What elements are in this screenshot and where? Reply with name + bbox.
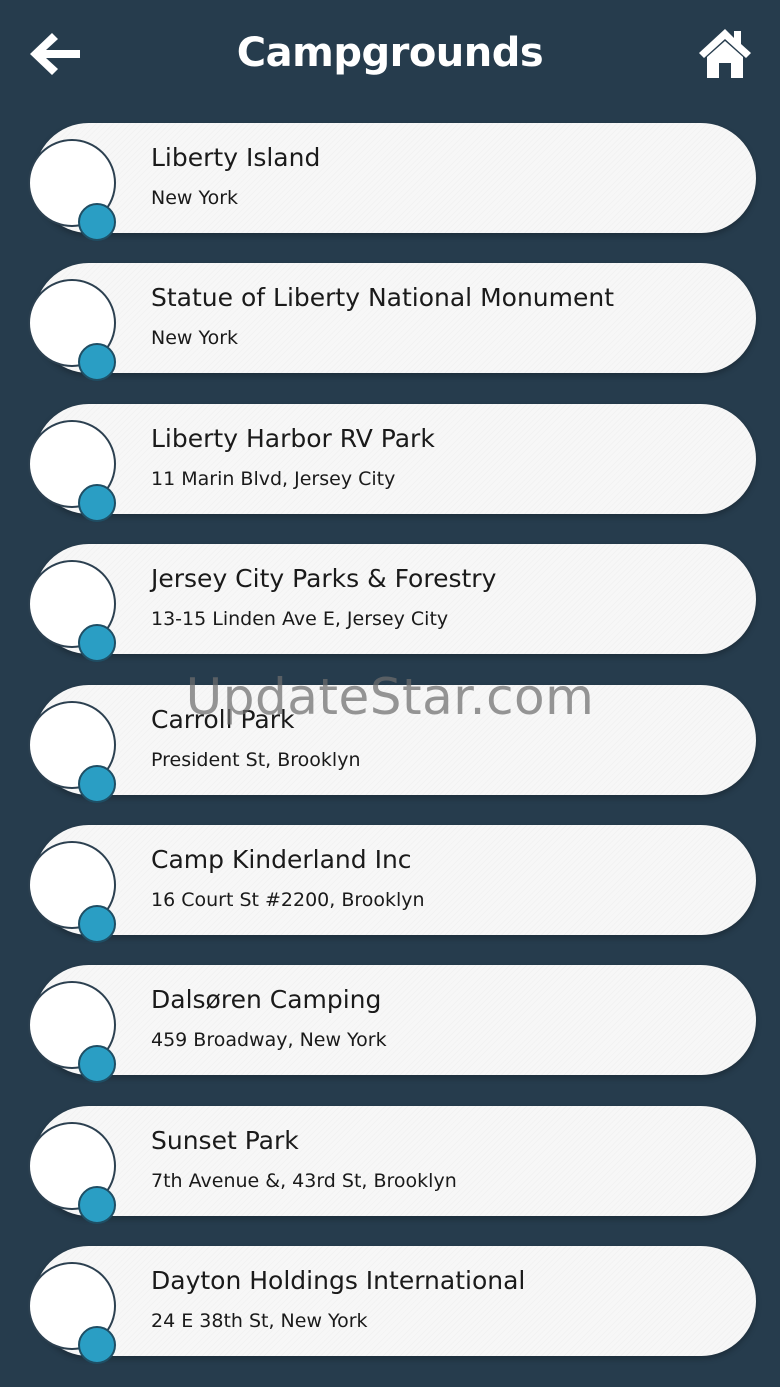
list-item[interactable]: Camp Kinderland Inc 16 Court St #2200, Br…	[0, 825, 780, 943]
campground-address: 11 Marin Blvd, Jersey City	[151, 468, 396, 490]
location-dot-icon	[78, 1045, 116, 1083]
campground-address: New York	[151, 187, 239, 209]
campground-address: 459 Broadway, New York	[151, 1029, 387, 1051]
list-item[interactable]: Dayton Holdings International 24 E 38th S…	[0, 1246, 780, 1364]
campground-address: New York	[151, 327, 239, 349]
location-dot-icon	[78, 1326, 116, 1364]
list-item-card	[34, 685, 756, 795]
list-item[interactable]: Liberty Harbor RV Park 11 Marin Blvd, Jer…	[0, 404, 780, 522]
campground-address: 16 Court St #2200, Brooklyn	[151, 889, 425, 911]
location-dot-icon	[78, 484, 116, 522]
campground-name: Sunset Park	[151, 1126, 299, 1155]
location-dot-icon	[78, 203, 116, 241]
campground-name: Camp Kinderland Inc	[151, 845, 412, 874]
list-item-card	[34, 263, 756, 373]
list-item-card	[34, 404, 756, 514]
list-item-card	[34, 965, 756, 1075]
list-item[interactable]: Carroll Park President St, Brooklyn	[0, 685, 780, 803]
campground-address: 13-15 Linden Ave E, Jersey City	[151, 608, 449, 630]
campground-name: Statue of Liberty National Monument	[151, 283, 615, 312]
list-item[interactable]: Liberty Island New York	[0, 123, 780, 241]
campground-name: Liberty Harbor RV Park	[151, 424, 435, 453]
campground-name: Dalsøren Camping	[151, 985, 382, 1014]
campground-name: Dayton Holdings International	[151, 1266, 526, 1295]
list-item[interactable]: Sunset Park 7th Avenue &, 43rd St, Brookl…	[0, 1106, 780, 1224]
location-dot-icon	[78, 765, 116, 803]
campgrounds-screen: Campgrounds Liberty Island New York Statue…	[0, 0, 780, 1387]
list-item[interactable]: Statue of Liberty National Monument New Y…	[0, 263, 780, 381]
location-dot-icon	[78, 624, 116, 662]
campground-address: 24 E 38th St, New York	[151, 1310, 368, 1332]
list-item-card	[34, 1246, 756, 1356]
campground-name: Jersey City Parks & Forestry	[151, 564, 497, 593]
list-item[interactable]: Jersey City Parks & Forestry 13-15 Linden…	[0, 544, 780, 662]
list-item-card	[34, 825, 756, 935]
campground-name: Liberty Island	[151, 143, 321, 172]
location-dot-icon	[78, 1186, 116, 1224]
campground-address: President St, Brooklyn	[151, 749, 361, 771]
list-item-card	[34, 1106, 756, 1216]
list-item[interactable]: Dalsøren Camping 459 Broadway, New York	[0, 965, 780, 1083]
campground-name: Carroll Park	[151, 705, 295, 734]
campground-address: 7th Avenue &, 43rd St, Brooklyn	[151, 1170, 457, 1192]
list-item-card	[34, 123, 756, 233]
campground-list: Liberty Island New York Statue of Liberty …	[0, 0, 780, 1387]
list-item-card	[34, 544, 756, 654]
location-dot-icon	[78, 905, 116, 943]
location-dot-icon	[78, 343, 116, 381]
